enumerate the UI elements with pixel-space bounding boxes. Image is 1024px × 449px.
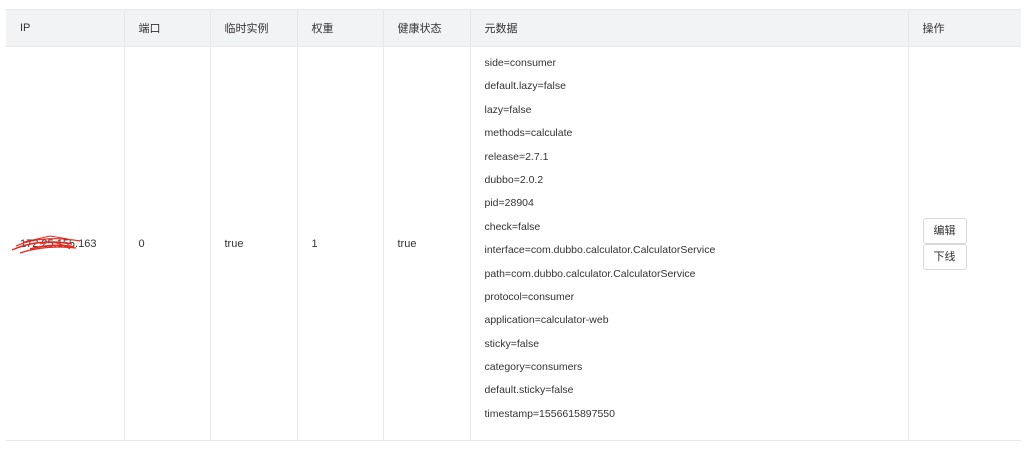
ephemeral-cell: true [209, 46, 297, 442]
metadata-item: default.lazy=false [484, 80, 566, 93]
ip-text: 172.25.155.163 [20, 237, 97, 250]
actions-cell: 编辑下线 [907, 46, 1021, 442]
metadata-item: release=2.7.1 [484, 150, 549, 163]
metadata-item: dubbo=2.0.2 [484, 173, 544, 186]
port-cell: 0 [123, 46, 210, 442]
metadata-item: lazy=false [484, 103, 532, 116]
metadata-item: sticky=false [484, 337, 540, 350]
weight-cell: 1 [296, 46, 383, 442]
metadata-item: protocol=consumer [484, 290, 575, 303]
instance-table: IP 端口 临时实例 权重 健康状态 元数据 操作 172.25.155.163 [6, 9, 1021, 442]
metadata-item: application=calculator-web [484, 314, 609, 327]
metadata-cell: side=consumer default.lazy=false lazy=fa… [469, 46, 908, 442]
metadata-item: methods=calculate [484, 127, 573, 140]
ip-cell: 172.25.155.163 [6, 46, 124, 442]
column-header-ephemeral: 临时实例 [209, 9, 297, 47]
metadata-item: timestamp=1556615897550 [484, 407, 615, 420]
metadata-item: default.sticky=false [484, 384, 574, 397]
metadata-item: side=consumer [484, 57, 557, 69]
offline-button[interactable]: 下线 [922, 243, 967, 270]
column-header-health: 健康状态 [382, 9, 470, 47]
ip-value: 172.25.155.163 [11, 235, 97, 254]
table-header-row: IP 端口 临时实例 权重 健康状态 元数据 操作 [6, 9, 1021, 47]
metadata-item: path=com.dubbo.calculator.CalculatorServ… [484, 267, 696, 280]
edit-button[interactable]: 编辑 [922, 217, 967, 244]
metadata-item: check=false [484, 220, 541, 233]
column-header-port: 端口 [123, 9, 210, 47]
metadata-item: interface=com.dubbo.calculator.Calculato… [484, 244, 716, 257]
metadata-item: pid=28904 [484, 197, 534, 210]
instance-table-container: IP 端口 临时实例 权重 健康状态 元数据 操作 172.25.155.163 [6, 9, 1021, 442]
column-header-ip: IP [6, 9, 124, 47]
metadata-item: category=consumers [484, 361, 583, 374]
column-header-metadata: 元数据 [469, 9, 908, 47]
health-cell: true [382, 46, 470, 442]
table-row: 172.25.155.163 0 true 1 true side=consum… [6, 46, 1021, 442]
column-header-actions: 操作 [907, 9, 1021, 47]
column-header-weight: 权重 [296, 9, 383, 47]
